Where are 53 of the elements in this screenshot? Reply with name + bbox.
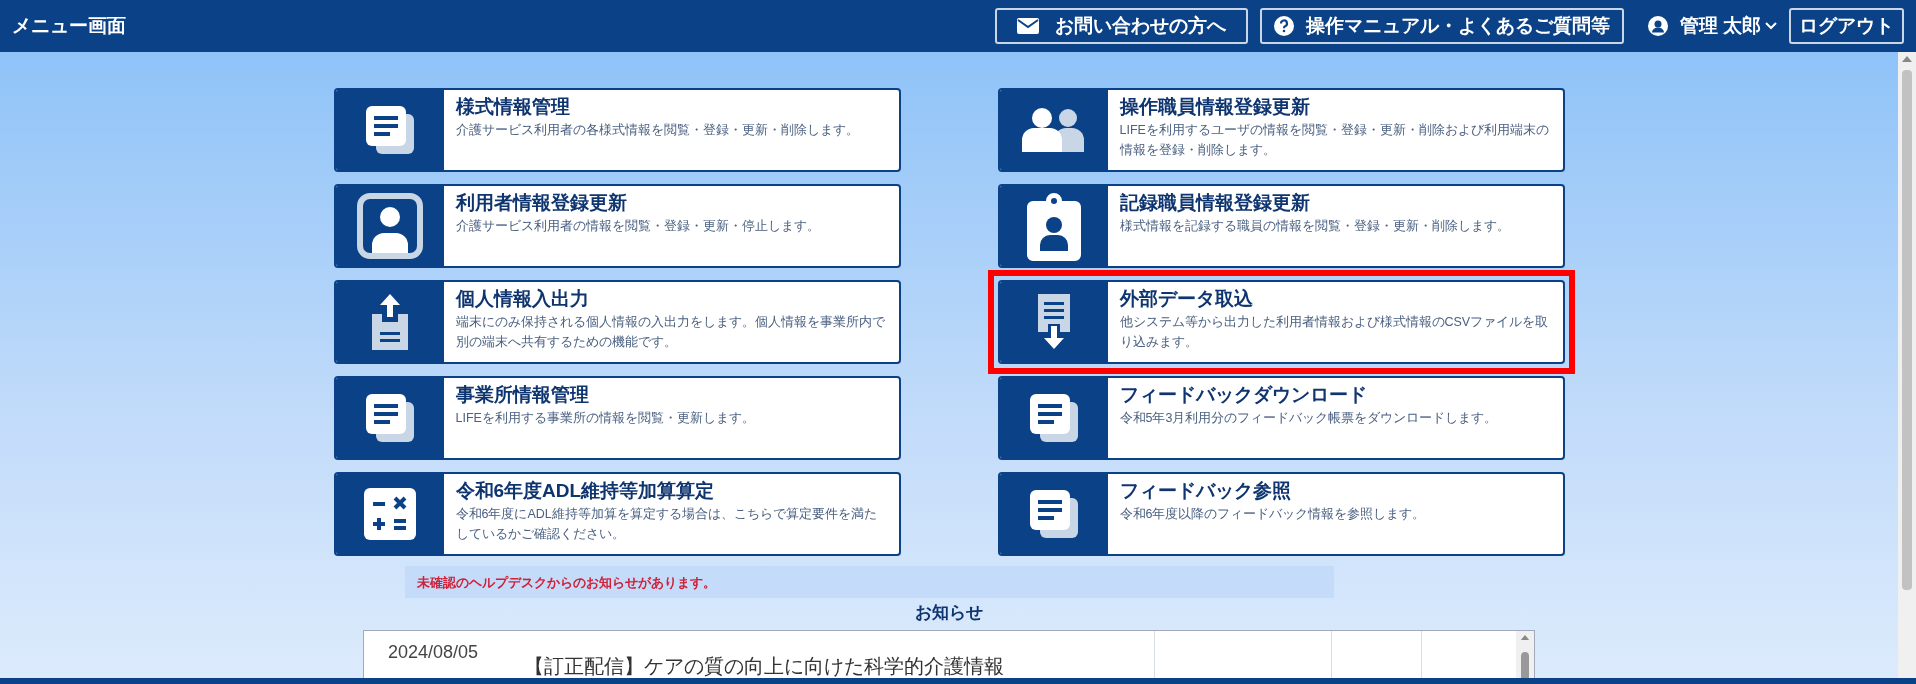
table-scrollbar[interactable] xyxy=(1516,630,1534,681)
menu-card[interactable]: 操作職員情報登録更新 LIFEを利用するユーザの情報を閲覧・登録・更新・削除および利用端末の情報を登録・削除します。 xyxy=(997,88,1565,172)
menu-card[interactable]: 事業所情報管理 LIFEを利用する事業所の情報を閲覧・更新します。 xyxy=(333,376,901,460)
menu-card[interactable]: フィードバックダウンロード 令和5年3月利用分のフィードバック帳票をダウンロードします。 xyxy=(997,376,1565,460)
scroll-thumb[interactable] xyxy=(1902,70,1912,590)
mail-icon xyxy=(1016,18,1039,34)
calculator-icon xyxy=(363,488,416,540)
card-description: 他システム等から出力した利用者情報および様式情報のCSVファイルを取り込みます。 xyxy=(1119,314,1550,351)
logout-button[interactable]: ログアウト xyxy=(1789,8,1904,44)
card-title: 令和6年度ADL維持等加算算定 xyxy=(455,479,716,503)
scroll-up-icon xyxy=(1520,634,1530,641)
card-description: 様式情報を記録する職員の情報を閲覧・登録・更新・削除します。 xyxy=(1119,218,1510,235)
menu-card[interactable]: 様式情報管理 介護サービス利用者の各様式情報を閲覧・登録・更新・削除します。 xyxy=(333,88,901,172)
contact-button[interactable]: お問い合わせの方へ xyxy=(994,8,1248,44)
card-description: LIFEを利用する事業所の情報を閲覧・更新します。 xyxy=(455,410,755,427)
notice-title: 【訂正配信】ケアの質の向上に向けた科学的介護情報 xyxy=(524,653,1005,679)
help-icon xyxy=(1273,16,1294,36)
menu-card[interactable]: 記録職員情報登録更新 様式情報を記録する職員の情報を閲覧・登録・更新・削除します。 xyxy=(997,184,1565,268)
menu-card[interactable]: 令和6年度ADL維持等加算算定 令和6年度にADL維持等加算を算定する場合は、こちらで算定要件を満たしているかご確認ください。 xyxy=(333,472,901,556)
person-icon xyxy=(356,193,423,259)
card-title: 記録職員情報登録更新 xyxy=(1119,191,1311,215)
page-scrollbar[interactable] xyxy=(1898,52,1916,678)
menu-card[interactable]: フィードバック参照 令和6年度以降のフィードバック情報を参照します。 xyxy=(997,472,1565,556)
user-icon xyxy=(1647,16,1668,36)
scroll-up-icon xyxy=(1902,56,1912,62)
menu-card[interactable]: 個人情報入出力 端末にのみ保持される個人情報の入出力をします。個人情報を事業所内で別の端末へ共有するための機能です。 xyxy=(333,280,901,364)
page-title: メニュー画面 xyxy=(12,13,126,38)
user-menu[interactable]: 管理 太郎 xyxy=(1647,11,1777,41)
id-badge-icon xyxy=(1024,191,1083,261)
card-title: フィードバックダウンロード xyxy=(1119,383,1368,407)
card-title: 外部データ取込 xyxy=(1119,287,1254,311)
scroll-thumb[interactable] xyxy=(1521,652,1529,681)
upload-document-icon xyxy=(369,292,410,352)
card-description: 令和6年度以降のフィードバック情報を参照します。 xyxy=(1119,506,1426,523)
manual-button[interactable]: 操作マニュアル・よくあるご質問等 xyxy=(1259,8,1624,44)
card-description: 令和5年3月利用分のフィードバック帳票をダウンロードします。 xyxy=(1119,410,1498,427)
menu-card[interactable]: 外部データ取込 他システム等から出力した利用者情報および様式情報のCSVファイルを取り込みます。 xyxy=(997,280,1565,364)
alert-message: 未確認のヘルプデスクからのお知らせがあります。 xyxy=(417,575,716,590)
card-title: 操作職員情報登録更新 xyxy=(1119,95,1311,119)
card-description: LIFEを利用するユーザの情報を閲覧・登録・更新・削除および利用端末の情報を登録・削除します。 xyxy=(1119,122,1550,159)
notice-date: 2024/08/05 xyxy=(387,640,480,664)
chevron-down-icon xyxy=(1765,22,1777,30)
card-title: 事業所情報管理 xyxy=(455,383,590,407)
card-title: 様式情報管理 xyxy=(455,95,571,119)
card-title: フィードバック参照 xyxy=(1119,479,1292,503)
notices-heading: お知らせ xyxy=(915,602,983,624)
menu-card[interactable]: 利用者情報登録更新 介護サービス利用者の情報を閲覧・登録・更新・停止します。 xyxy=(333,184,901,268)
card-title: 個人情報入出力 xyxy=(455,287,590,311)
card-description: 令和6年度にADL維持等加算を算定する場合は、こちらで算定要件を満たしているかご確認ください。 xyxy=(455,506,878,543)
card-description: 介護サービス利用者の情報を閲覧・登録・更新・停止します。 xyxy=(455,218,820,235)
card-description: 介護サービス利用者の各様式情報を閲覧・登録・更新・削除します。 xyxy=(455,122,859,139)
card-title: 利用者情報登録更新 xyxy=(455,191,628,215)
card-description: 端末にのみ保持される個人情報の入出力をします。個人情報を事業所内で別の端末へ共有するための機能です。 xyxy=(455,314,886,351)
